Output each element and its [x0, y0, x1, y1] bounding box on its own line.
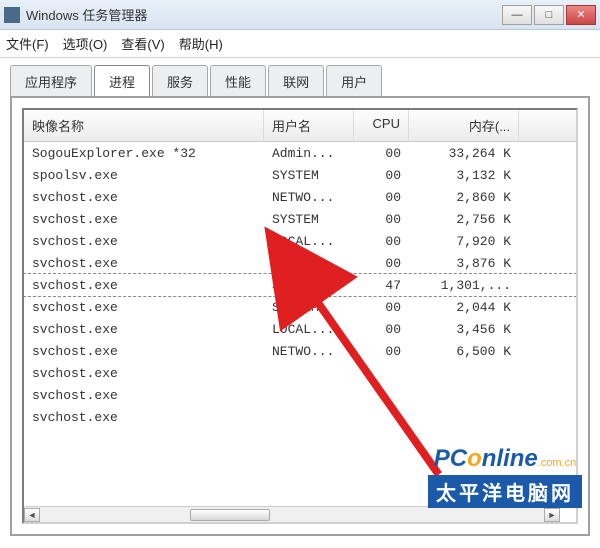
cell-memory: 1,301,... [409, 278, 519, 293]
tab-applications[interactable]: 应用程序 [10, 65, 92, 97]
cell-image-name: svchost.exe [24, 410, 264, 425]
cell-user: SYSTEM [264, 300, 354, 315]
cell-image-name: svchost.exe [24, 366, 264, 381]
cell-image-name: SogouExplorer.exe *32 [24, 146, 264, 161]
cell-memory: 33,264 K [409, 146, 519, 161]
table-row[interactable]: SogouExplorer.exe *32Admin...0033,264 K [24, 142, 576, 164]
table-row[interactable]: svchost.exeSYSTEM471,301,... [24, 274, 576, 296]
cell-image-name: svchost.exe [24, 278, 264, 293]
cell-memory: 7,920 K [409, 234, 519, 249]
cell-user: SYSTEM [264, 212, 354, 227]
close-button[interactable]: ✕ [566, 5, 596, 25]
minimize-button[interactable]: — [502, 5, 532, 25]
title-bar: Windows 任务管理器 — □ ✕ [0, 0, 600, 30]
cell-user: Admin... [264, 146, 354, 161]
menu-file[interactable]: 文件(F) [6, 34, 49, 53]
table-row[interactable]: svchost.exeNETWO...006,500 K [24, 340, 576, 362]
cell-cpu: 00 [354, 146, 409, 161]
cell-image-name: svchost.exe [24, 256, 264, 271]
horizontal-scrollbar[interactable]: ◄ ► [24, 506, 560, 522]
cell-image-name: svchost.exe [24, 190, 264, 205]
app-icon [4, 7, 20, 23]
cell-memory: 2,756 K [409, 212, 519, 227]
scroll-left-button[interactable]: ◄ [24, 508, 40, 522]
table-row[interactable]: svchost.exeLOCAL...007,920 K [24, 230, 576, 252]
cell-image-name: spoolsv.exe [24, 168, 264, 183]
cell-user: NETWO... [264, 344, 354, 359]
menu-bar: 文件(F) 选项(O) 查看(V) 帮助(H) [0, 30, 600, 58]
cell-user: LOCAL... [264, 234, 354, 249]
scroll-thumb[interactable] [190, 509, 270, 521]
cell-image-name: svchost.exe [24, 300, 264, 315]
window-title: Windows 任务管理器 [26, 5, 500, 24]
table-row[interactable]: svchost.exeSYSTEM003,876 K [24, 252, 576, 274]
cell-memory: 3,132 K [409, 168, 519, 183]
table-row[interactable]: svchost.exeSYSTEM002,044 K [24, 296, 576, 318]
table-row[interactable]: svchost.exeNETWO...002,860 K [24, 186, 576, 208]
cell-cpu: 00 [354, 212, 409, 227]
menu-view[interactable]: 查看(V) [121, 34, 164, 53]
cell-cpu: 00 [354, 344, 409, 359]
list-header: 映像名称 用户名 CPU 内存(... [24, 110, 576, 142]
cell-user: NETWO... [264, 190, 354, 205]
cell-cpu: 00 [354, 190, 409, 205]
table-row[interactable]: svchost.exe [24, 362, 576, 384]
cell-cpu: 00 [354, 322, 409, 337]
cell-image-name: svchost.exe [24, 344, 264, 359]
cell-memory: 3,876 K [409, 256, 519, 271]
cell-image-name: svchost.exe [24, 234, 264, 249]
cell-cpu: 00 [354, 256, 409, 271]
tab-bar: 应用程序 进程 服务 性能 联网 用户 [0, 58, 600, 96]
scroll-right-button[interactable]: ► [544, 508, 560, 522]
table-row[interactable]: svchost.exeLOCAL...003,456 K [24, 318, 576, 340]
column-image-name[interactable]: 映像名称 [24, 110, 264, 141]
cell-user: SYSTEM [264, 256, 354, 271]
column-cpu[interactable]: CPU [354, 110, 409, 141]
table-row[interactable]: svchost.exe [24, 406, 576, 428]
table-row[interactable]: spoolsv.exeSYSTEM003,132 K [24, 164, 576, 186]
list-body: SogouExplorer.exe *32Admin...0033,264 Ks… [24, 142, 576, 428]
column-memory[interactable]: 内存(... [409, 110, 519, 141]
tab-performance[interactable]: 性能 [210, 65, 266, 97]
scroll-track[interactable] [40, 508, 544, 522]
content-pane: 映像名称 用户名 CPU 内存(... SogouExplorer.exe *3… [10, 96, 590, 536]
cell-cpu: 00 [354, 168, 409, 183]
maximize-button[interactable]: □ [534, 5, 564, 25]
cell-user: SYSTEM [264, 168, 354, 183]
cell-image-name: svchost.exe [24, 388, 264, 403]
tab-services[interactable]: 服务 [152, 65, 208, 97]
cell-user: LOCAL... [264, 322, 354, 337]
cell-image-name: svchost.exe [24, 322, 264, 337]
table-row[interactable]: svchost.exe [24, 384, 576, 406]
process-list: 映像名称 用户名 CPU 内存(... SogouExplorer.exe *3… [22, 108, 578, 524]
tab-processes[interactable]: 进程 [94, 65, 150, 97]
cell-cpu: 00 [354, 300, 409, 315]
tab-users[interactable]: 用户 [326, 65, 382, 97]
tab-networking[interactable]: 联网 [268, 65, 324, 97]
cell-memory: 2,860 K [409, 190, 519, 205]
table-row[interactable]: svchost.exeSYSTEM002,756 K [24, 208, 576, 230]
column-user[interactable]: 用户名 [264, 110, 354, 141]
cell-cpu: 00 [354, 234, 409, 249]
window-controls: — □ ✕ [500, 5, 596, 25]
menu-options[interactable]: 选项(O) [63, 34, 108, 53]
cell-memory: 6,500 K [409, 344, 519, 359]
cell-memory: 3,456 K [409, 322, 519, 337]
cell-user: SYSTEM [264, 278, 354, 293]
cell-memory: 2,044 K [409, 300, 519, 315]
cell-image-name: svchost.exe [24, 212, 264, 227]
menu-help[interactable]: 帮助(H) [179, 34, 223, 53]
cell-cpu: 47 [354, 278, 409, 293]
